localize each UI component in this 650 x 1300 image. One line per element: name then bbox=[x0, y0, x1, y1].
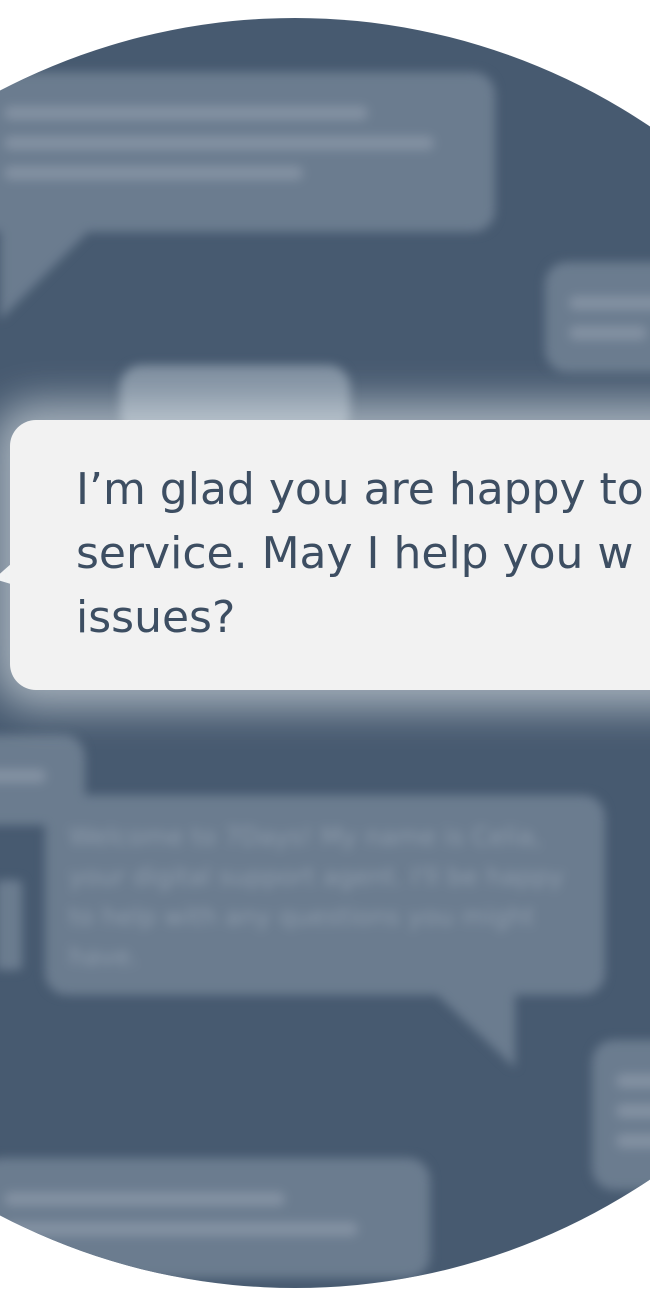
focused-message-text: I’m glad you are happy to service. May I… bbox=[76, 458, 650, 650]
blurred-welcome-bubble: Welcome to 7Days! My name is Celia, your… bbox=[45, 795, 605, 995]
chat-illustration: Welcome to 7Days! My name is Celia, your… bbox=[0, 0, 650, 1300]
blurred-message-bubble bbox=[545, 262, 650, 372]
blurred-bubble-tail bbox=[435, 993, 515, 1068]
blurred-bubble-tail bbox=[0, 230, 90, 320]
blurred-message-bubble bbox=[0, 735, 85, 825]
message-line: I’m glad you are happy to bbox=[76, 464, 644, 515]
blurred-message-bubble bbox=[0, 1158, 430, 1278]
blurred-bubble-tail bbox=[0, 880, 22, 970]
message-line: issues? bbox=[76, 592, 236, 643]
blurred-message-bubble bbox=[592, 1040, 650, 1190]
blurred-message-bubble bbox=[0, 72, 495, 232]
message-line: service. May I help you w bbox=[76, 528, 634, 579]
focused-message-bubble: I’m glad you are happy to service. May I… bbox=[10, 420, 650, 690]
blurred-welcome-text: Welcome to 7Days! My name is Celia, your… bbox=[69, 822, 564, 971]
